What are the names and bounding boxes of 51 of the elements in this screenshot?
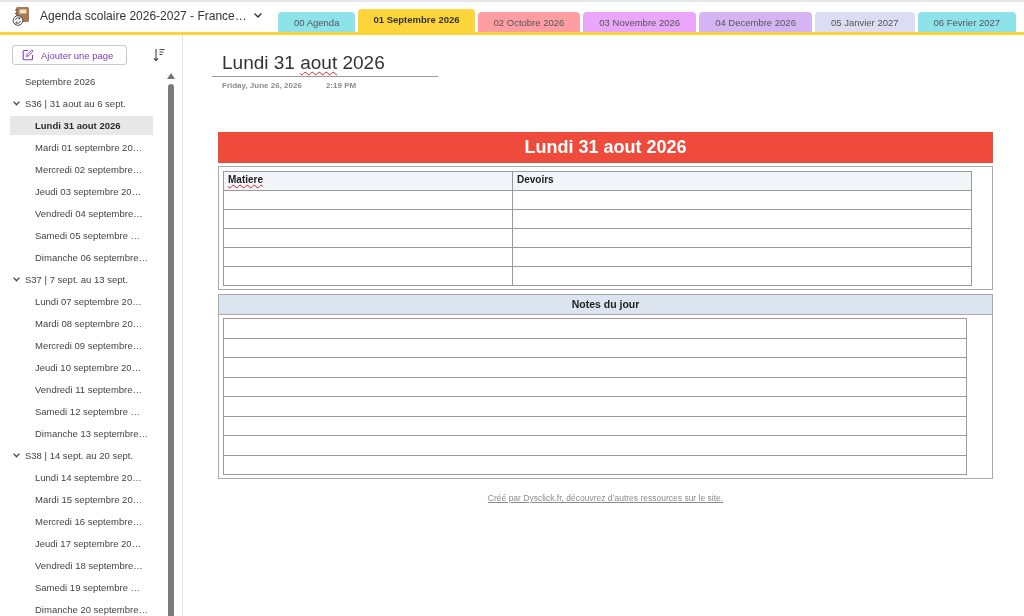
section-tab[interactable]: 04 Decembre 2026 bbox=[699, 12, 812, 32]
page-date: Friday, June 26, 2026 bbox=[222, 81, 302, 90]
column-header: Devoirs bbox=[512, 171, 972, 191]
chevron-down-icon[interactable] bbox=[253, 13, 262, 18]
page-item[interactable]: Vendredi 18 septembre… bbox=[10, 556, 153, 575]
section-tab[interactable]: 02 Octobre 2026 bbox=[477, 12, 581, 32]
scroll-up-icon[interactable] bbox=[167, 73, 175, 79]
section-tab[interactable]: 00 Agenda bbox=[278, 12, 356, 32]
section-tab[interactable]: 01 Septembre 2026 bbox=[358, 9, 475, 32]
page-item[interactable]: Lundi 07 septembre 20… bbox=[10, 292, 153, 311]
pencil-square-icon bbox=[22, 49, 34, 61]
section-group-item[interactable]: S36 | 31 aout au 6 sept. bbox=[10, 94, 153, 113]
page-title[interactable]: Lundi 31 aout 2026 bbox=[222, 49, 385, 76]
page-item[interactable]: Mercredi 02 septembre… bbox=[10, 160, 153, 179]
page-item[interactable]: Dimanche 06 septembre… bbox=[10, 248, 153, 267]
page-item[interactable]: Mardi 08 septembre 20… bbox=[10, 314, 153, 333]
notes-heading: Notes du jour bbox=[219, 295, 992, 315]
chevron-down-icon[interactable] bbox=[13, 277, 20, 282]
page-time: 2:19 PM bbox=[325, 81, 357, 90]
notebook-title[interactable]: Agenda scolaire 2026-2027 - France… bbox=[40, 8, 247, 23]
page-item[interactable]: Samedi 12 septembre … bbox=[10, 402, 153, 421]
page-item[interactable]: Mardi 01 septembre 20… bbox=[10, 138, 153, 157]
section-tab[interactable]: 06 Fevrier 2027 bbox=[917, 12, 1017, 32]
chevron-down-icon[interactable] bbox=[13, 101, 20, 106]
page-item[interactable]: Mardi 15 septembre 20… bbox=[10, 490, 153, 509]
page-item[interactable]: Jeudi 03 septembre 20… bbox=[10, 182, 153, 201]
page-item[interactable]: Samedi 19 septembre … bbox=[10, 578, 153, 597]
notebook-icon bbox=[12, 5, 30, 26]
section-group-item[interactable]: S38 | 14 sept. au 20 sept. bbox=[10, 446, 153, 465]
page-item[interactable]: Dimanche 13 septembre… bbox=[10, 424, 153, 443]
page-item[interactable]: Jeudi 17 septembre 20… bbox=[10, 534, 153, 553]
section-tab[interactable]: 05 Janvier 2027 bbox=[814, 12, 915, 32]
page-item[interactable]: Lundi 31 aout 2026 bbox=[10, 116, 153, 135]
page-item[interactable]: Vendredi 11 septembre… bbox=[10, 380, 153, 399]
sort-icon[interactable] bbox=[153, 48, 165, 62]
day-banner: Lundi 31 aout 2026 bbox=[218, 132, 993, 163]
page-item[interactable]: Samedi 05 septembre … bbox=[10, 226, 153, 245]
page-item[interactable]: Septembre 2026 bbox=[10, 72, 153, 91]
section-tab[interactable]: 03 Novembre 2026 bbox=[583, 12, 697, 32]
chevron-down-icon[interactable] bbox=[13, 453, 20, 458]
page-item[interactable]: Mercredi 09 septembre… bbox=[10, 336, 153, 355]
column-header: Matiere bbox=[223, 171, 513, 191]
section-group-item[interactable]: S37 | 7 sept. au 13 sept. bbox=[10, 270, 153, 289]
page-item[interactable]: Jeudi 10 septembre 20… bbox=[10, 358, 153, 377]
scrollbar-thumb[interactable] bbox=[168, 84, 174, 616]
page-item[interactable]: Dimanche 20 septembre… bbox=[10, 600, 153, 616]
page-item[interactable]: Lundi 14 septembre 20… bbox=[10, 468, 153, 487]
page-item[interactable]: Vendredi 04 septembre… bbox=[10, 204, 153, 223]
page-item[interactable]: Mercredi 16 septembre… bbox=[10, 512, 153, 531]
footer-link[interactable]: Créé par Dysclick.fr, découvrez d’autres ressources sur le site. bbox=[487, 493, 724, 503]
add-page-button[interactable]: Ajouter une page bbox=[12, 45, 127, 65]
